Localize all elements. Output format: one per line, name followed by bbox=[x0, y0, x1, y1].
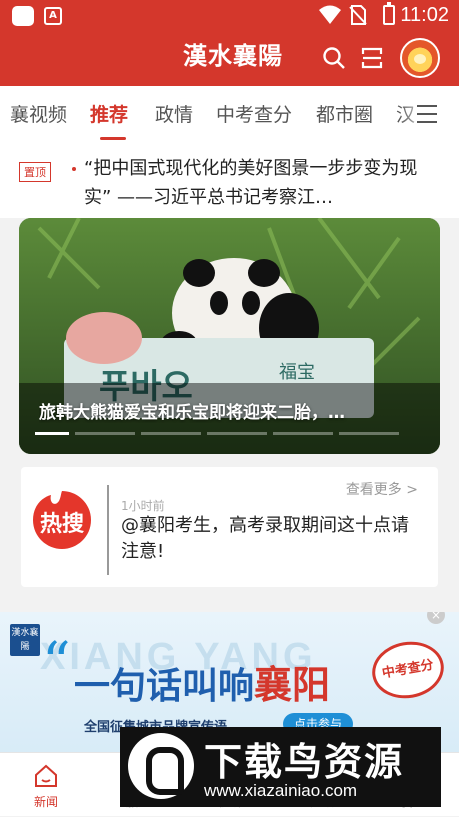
battery-icon bbox=[383, 2, 395, 25]
view-more-link[interactable]: 查看更多 > bbox=[346, 479, 418, 499]
pinned-badge: 置顶 bbox=[19, 162, 51, 182]
divider bbox=[107, 485, 109, 575]
user-avatar[interactable] bbox=[400, 38, 440, 78]
exam-score-badge[interactable]: 中考查分 bbox=[367, 636, 449, 704]
menu-icon[interactable] bbox=[417, 105, 437, 123]
banner-slogan: 一句话叫响襄阳 bbox=[74, 662, 331, 707]
scan-icon[interactable] bbox=[360, 46, 384, 70]
quote-mark: “ bbox=[42, 631, 71, 696]
carousel-dot bbox=[339, 432, 399, 435]
search-icon[interactable] bbox=[322, 46, 346, 70]
home-icon bbox=[35, 764, 57, 787]
carousel-dot bbox=[75, 432, 135, 435]
hero-caption: 旅韩大熊猫爱宝和乐宝即将迎来二胎，… bbox=[39, 403, 345, 423]
news-feed: 푸바오 福宝 旅韩大熊猫爱宝和乐宝即将迎来二胎，… 热搜 查看更多 > 1小时前… bbox=[0, 218, 459, 758]
bullet-dot bbox=[72, 167, 76, 171]
close-banner-button[interactable]: × bbox=[427, 612, 445, 624]
tab-video[interactable]: 襄视频 bbox=[10, 100, 67, 127]
app-header: 漢水襄陽 bbox=[0, 32, 459, 86]
watermark-title: 下载鸟资源 bbox=[204, 740, 405, 784]
app-logo: 漢水襄陽 bbox=[183, 41, 283, 70]
active-tab-indicator bbox=[100, 137, 126, 140]
wifi-icon bbox=[319, 5, 341, 24]
watermark-url: www.xiazainiao.com bbox=[204, 781, 358, 800]
pinned-news-title: “把中国式现代化的美好图景一步步变为现实” ——习近平总书记考察江… bbox=[84, 158, 418, 208]
carousel-dot-active bbox=[35, 432, 69, 435]
tab-exam-score[interactable]: 中考查分 bbox=[216, 100, 292, 127]
tab-metro[interactable]: 都市圈 bbox=[316, 100, 373, 127]
status-time: 11:02 bbox=[400, 4, 449, 26]
carousel-dot bbox=[207, 432, 267, 435]
hero-carousel[interactable]: 푸바오 福宝 旅韩大熊猫爱宝和乐宝即将迎来二胎，… bbox=[19, 218, 440, 454]
nav-news[interactable]: 新闻 bbox=[0, 753, 92, 817]
hot-search-time: 1小时前 bbox=[121, 499, 165, 513]
site-watermark: 下载鸟资源 www.xiazainiao.com bbox=[120, 727, 441, 807]
pinned-news-item[interactable]: 置顶 “把中国式现代化的美好图景一步步变为现实” ——习近平总书记考察江… bbox=[0, 142, 459, 218]
carousel-indicator bbox=[35, 432, 429, 435]
notification-icon bbox=[12, 6, 34, 26]
hot-search-text: @襄阳考生，高考录取期间这十点请注意! bbox=[121, 515, 409, 562]
watermark-logo bbox=[128, 733, 194, 799]
app-notification-icon: A bbox=[44, 7, 62, 25]
channel-tabs: 襄视频 推荐 政情 中考查分 都市圈 汉 bbox=[0, 86, 459, 142]
tab-politics[interactable]: 政情 bbox=[155, 100, 193, 127]
tab-recommend[interactable]: 推荐 bbox=[90, 100, 128, 127]
carousel-dot bbox=[141, 432, 201, 435]
hot-search-card[interactable]: 热搜 查看更多 > 1小时前 @襄阳考生，高考录取期间这十点请注意! bbox=[21, 467, 438, 587]
no-sim-icon bbox=[349, 5, 367, 25]
carousel-dot bbox=[273, 432, 333, 435]
status-bar: A 11:02 bbox=[0, 0, 459, 32]
banner-logo: 漢水襄陽 bbox=[10, 624, 40, 656]
hot-search-logo: 热搜 bbox=[33, 491, 91, 549]
svg-text:热搜: 热搜 bbox=[40, 511, 85, 537]
panda-sign-text: 福宝 bbox=[279, 362, 315, 383]
